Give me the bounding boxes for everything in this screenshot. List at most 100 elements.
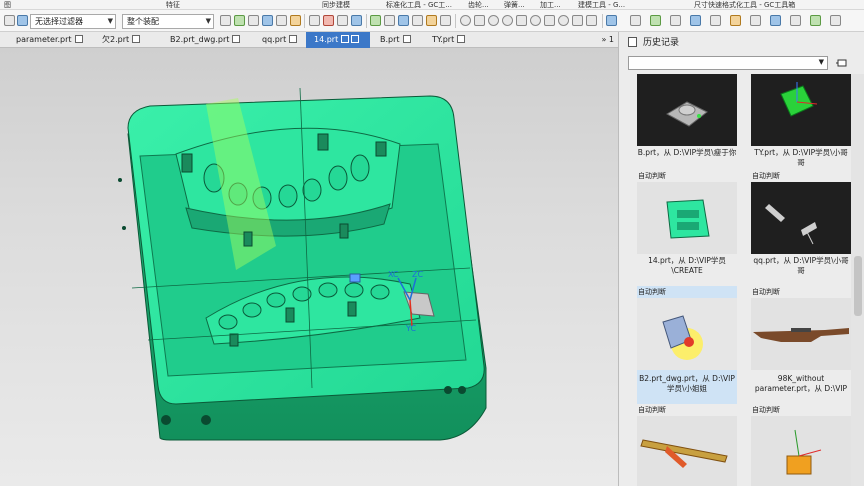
chevron-down-icon: ▼ [107, 17, 113, 25]
history-item-ty[interactable]: TY.prt，从 D:\VIP学员\小哥哥 [751, 74, 851, 172]
show-hide-icon[interactable] [710, 15, 721, 26]
curve-point-icon[interactable] [572, 15, 583, 26]
quadrant-icon[interactable] [502, 15, 513, 26]
tab-label: qq.prt [262, 35, 287, 44]
pin-icon[interactable] [835, 56, 849, 70]
history-item-b2-dwg[interactable]: 自动判断 B2.prt_dwg.prt，从 D:\VIP学员\小姐姐 [637, 286, 737, 404]
ribbon-group-standard-tools[interactable]: 标准化工具 - GC工... [386, 0, 452, 10]
close-icon[interactable] [351, 35, 360, 43]
ribbon-group-feature[interactable]: 特征 [166, 0, 180, 10]
intersection-icon[interactable] [516, 15, 527, 26]
history-item-14[interactable]: 自动判断 14.prt，从 D:\VIP学员\CREATE [637, 170, 737, 286]
history-caption: TY.prt，从 D:\VIP学员\小哥哥 [754, 148, 848, 167]
history-item-gun[interactable]: 自动判断 [637, 404, 737, 486]
layer-icon[interactable] [606, 15, 617, 26]
slash-snap-icon[interactable] [474, 15, 485, 26]
csys-y-label: YC [406, 324, 417, 333]
history-region-label: 自动判断 [638, 406, 666, 414]
thumbnail [637, 74, 737, 146]
tangent-icon[interactable] [530, 15, 541, 26]
tab-parameter[interactable]: parameter.prt [8, 32, 92, 48]
perpendicular-icon[interactable] [544, 15, 555, 26]
edit-section-icon[interactable] [670, 15, 681, 26]
ribbon-group-machining[interactable]: 加工... [540, 0, 561, 10]
history-item-b[interactable]: B.prt，从 D:\VIP学员\瘦于你 [637, 74, 737, 172]
rotate-icon[interactable] [426, 15, 437, 26]
work-layer-icon[interactable] [810, 15, 821, 26]
csys-x-label: XC [388, 270, 399, 279]
lasso-select-icon[interactable] [337, 15, 348, 26]
history-scrollbar[interactable] [851, 74, 864, 486]
tab-qq[interactable]: qq.prt [254, 32, 308, 48]
history-caption: 98K_without parameter.prt，从 D:\VIP [754, 374, 848, 393]
select-icon[interactable] [17, 15, 28, 26]
transparency-icon[interactable] [790, 15, 801, 26]
select-all-icon[interactable] [351, 15, 362, 26]
tab-label: B2.prt_dwg.prt [170, 35, 230, 44]
analysis-icon[interactable] [750, 15, 761, 26]
chevron-down-icon: ▼ [818, 58, 824, 66]
arc-center-icon[interactable] [488, 15, 499, 26]
history-item-qq[interactable]: 自动判断 qq.prt，从 D:\VIP学员\小哥哥 [751, 170, 851, 286]
history-region-label: 自动判断 [638, 288, 666, 296]
history-list[interactable]: B.prt，从 D:\VIP学员\瘦于你 TY.prt，从 D:\VIP学员\小… [619, 74, 851, 486]
pan-icon[interactable] [440, 15, 451, 26]
menu-icon[interactable] [4, 15, 15, 26]
existing-point-icon[interactable] [558, 15, 569, 26]
view-orient-icon[interactable] [630, 15, 641, 26]
snap-face-icon[interactable] [276, 15, 287, 26]
ribbon-group-dimension-format[interactable]: 尺寸快速格式化工具 - GC工具箱 [694, 0, 795, 10]
ribbon-group-gear[interactable]: 齿轮... [468, 0, 489, 10]
tab-label: B.prt [380, 35, 400, 44]
rectangle-select-icon[interactable] [309, 15, 320, 26]
snap-control-icon[interactable] [262, 15, 273, 26]
fit-view-icon[interactable] [398, 15, 409, 26]
measure-icon[interactable] [730, 15, 741, 26]
tab-overflow-count[interactable]: » 1 [601, 32, 614, 47]
bounded-grid-icon[interactable] [586, 15, 597, 26]
chevron-down-icon: ▼ [205, 17, 211, 25]
selection-filter-value: 无选择过滤器 [35, 17, 83, 26]
tab-b2-dwg[interactable]: B2.prt_dwg.prt [162, 32, 254, 48]
tab-b[interactable]: B.prt [372, 32, 424, 48]
tab-14[interactable]: 14.prt [306, 32, 370, 48]
assembly-scope-value: 整个装配 [127, 17, 159, 26]
shaded-icon[interactable] [370, 15, 381, 26]
selection-filter-combo[interactable]: 无选择过滤器 ▼ [30, 14, 116, 29]
snap-point-icon[interactable] [220, 15, 231, 26]
thumbnail [637, 298, 737, 370]
settings-icon[interactable] [830, 15, 841, 26]
color-icon[interactable] [770, 15, 781, 26]
history-icon [628, 37, 637, 47]
graphics-viewport[interactable]: XC ZC YC [0, 48, 618, 486]
snap-end-icon[interactable] [234, 15, 245, 26]
display-icon[interactable] [690, 15, 701, 26]
history-title: 历史记录 [643, 38, 680, 48]
nx-cad-window: 图 特征 同步建模 标准化工具 - GC工... 齿轮... 弹簧... 加工.… [0, 0, 864, 486]
history-item-98k[interactable]: 自动判断 98K_without parameter.prt，从 D:\VIP [751, 286, 851, 404]
snap-mid-icon[interactable] [248, 15, 259, 26]
toolbar-separator [304, 14, 305, 28]
circle-snap-icon[interactable] [460, 15, 471, 26]
snap-grid-icon[interactable] [290, 15, 301, 26]
tab-qian2[interactable]: 欠2.prt [94, 32, 162, 48]
ribbon-group-view[interactable]: 图 [4, 0, 11, 10]
history-panel-header: 历史记录 [619, 32, 864, 52]
tab-label: 14.prt [314, 35, 339, 44]
history-filter-combo[interactable]: ▼ [628, 56, 828, 70]
ribbon-group-sync-modeling[interactable]: 同步建模 [322, 0, 350, 10]
thumbnail [751, 182, 851, 254]
zoom-icon[interactable] [412, 15, 423, 26]
file-icon [132, 35, 141, 43]
render-style-icon[interactable] [650, 15, 661, 26]
scrollbar-thumb[interactable] [854, 256, 862, 316]
mold-model[interactable] [0, 48, 618, 486]
history-caption: qq.prt，从 D:\VIP学员\小哥哥 [753, 256, 849, 275]
assembly-scope-combo[interactable]: 整个装配 ▼ [122, 14, 214, 29]
ribbon-group-modeling-tools[interactable]: 建模工具 - G... [578, 0, 625, 10]
wireframe-icon[interactable] [384, 15, 395, 26]
deselect-icon[interactable] [323, 15, 334, 26]
ribbon-group-spring[interactable]: 弹簧... [504, 0, 525, 10]
history-item-box[interactable]: 自动判断 [751, 404, 851, 486]
tab-ty[interactable]: TY.prt [424, 32, 480, 48]
